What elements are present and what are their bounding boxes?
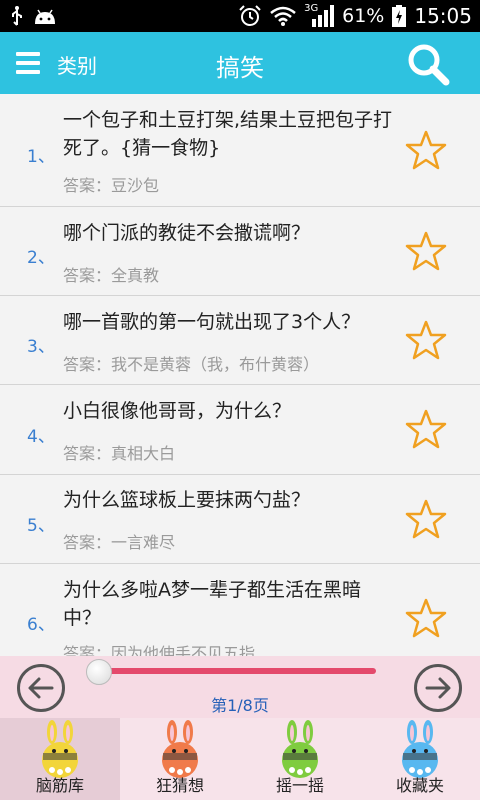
list-item[interactable]: 6、 为什么多啦A梦一辈子都生活在黑暗中？ 答案：因为他伸手不见五指 (0, 564, 480, 656)
item-question: 一个包子和土豆打架,结果土豆把包子打死了。{猜一食物} (63, 109, 393, 159)
item-question: 哪个门派的教徒不会撒谎啊？ (63, 222, 311, 244)
favorite-star-icon[interactable] (405, 320, 447, 360)
item-number: 4、 (27, 427, 55, 447)
favorite-star-icon[interactable] (405, 499, 447, 539)
list-item[interactable]: 5、 为什么篮球板上要抹两勺盐？ 答案：一言难尽 (0, 475, 480, 564)
bottom-tab-bar: 脑筋库 狂猜想 摇一摇 收藏夹 (0, 718, 480, 800)
item-number: 1、 (27, 147, 55, 167)
page-slider-track[interactable] (99, 668, 376, 674)
app-header: 类别 搞笑 (0, 32, 480, 94)
list-item[interactable]: 1、 一个包子和土豆打架,结果土豆把包子打死了。{猜一食物} 答案：豆沙包 (0, 94, 480, 207)
tab-label: 摇一摇 (275, 776, 324, 795)
status-bar: 3G 61% 15:05 (0, 0, 480, 32)
battery-charging-icon (392, 5, 407, 27)
alarm-icon (239, 5, 261, 26)
page-slider-thumb[interactable] (86, 659, 112, 685)
item-answer: 答案：豆沙包 (63, 176, 160, 195)
tab-label: 脑筋库 (35, 776, 84, 795)
bunny-mascot-icon (402, 720, 438, 778)
tab-brain-library[interactable]: 脑筋库 (0, 718, 120, 800)
signal-icon (312, 5, 335, 27)
favorite-star-icon[interactable] (405, 130, 447, 170)
page-indicator: 第1/8页 (211, 696, 269, 715)
bunny-mascot-icon (282, 720, 318, 778)
item-answer: 答案：一言难尽 (63, 533, 176, 552)
wifi-icon (270, 6, 296, 26)
bunny-mascot-icon (162, 720, 198, 778)
item-question: 哪一首歌的第一句就出现了3个人？ (63, 311, 361, 333)
item-question: 为什么篮球板上要抹两勺盐？ (63, 489, 311, 511)
tab-favorites[interactable]: 收藏夹 (360, 718, 480, 800)
item-answer: 答案：全真教 (63, 266, 160, 285)
tab-guess[interactable]: 狂猜想 (120, 718, 240, 800)
item-answer: 答案：我不是黄蓉（我，布什黄蓉） (63, 355, 320, 374)
android-icon (35, 9, 55, 24)
item-answer: 答案：真相大白 (63, 444, 176, 463)
bunny-mascot-icon (42, 720, 78, 778)
arrow-right-icon (425, 677, 451, 699)
list-item[interactable]: 2、 哪个门派的教徒不会撒谎啊？ 答案：全真教 (0, 207, 480, 296)
list-item[interactable]: 4、 小白很像他哥哥，为什么？ 答案：真相大白 (0, 385, 480, 475)
tab-label: 收藏夹 (395, 776, 444, 795)
list-item[interactable]: 3、 哪一首歌的第一句就出现了3个人？ 答案：我不是黄蓉（我，布什黄蓉） (0, 296, 480, 385)
favorite-star-icon[interactable] (405, 409, 447, 449)
tab-shake[interactable]: 摇一摇 (240, 718, 360, 800)
search-icon[interactable] (406, 42, 450, 86)
favorite-star-icon[interactable] (405, 598, 447, 638)
item-number: 6、 (27, 615, 55, 635)
favorite-star-icon[interactable] (405, 231, 447, 271)
tab-label: 狂猜想 (155, 776, 204, 795)
usb-icon (12, 6, 22, 26)
next-page-button[interactable] (414, 664, 462, 712)
item-question: 为什么多啦A梦一辈子都生活在黑暗中？ (63, 579, 361, 629)
pager: 第1/8页 (0, 656, 480, 718)
item-question: 小白很像他哥哥，为什么？ (63, 400, 292, 422)
item-number: 3、 (27, 337, 55, 357)
item-number: 5、 (27, 516, 55, 536)
riddle-list[interactable]: 1、 一个包子和土豆打架,结果土豆把包子打死了。{猜一食物} 答案：豆沙包 2、… (0, 94, 480, 656)
clock: 15:05 (414, 4, 472, 28)
battery-percent: 61% (342, 5, 385, 27)
item-number: 2、 (27, 248, 55, 268)
item-answer: 答案：因为他伸手不见五指 (63, 644, 256, 656)
